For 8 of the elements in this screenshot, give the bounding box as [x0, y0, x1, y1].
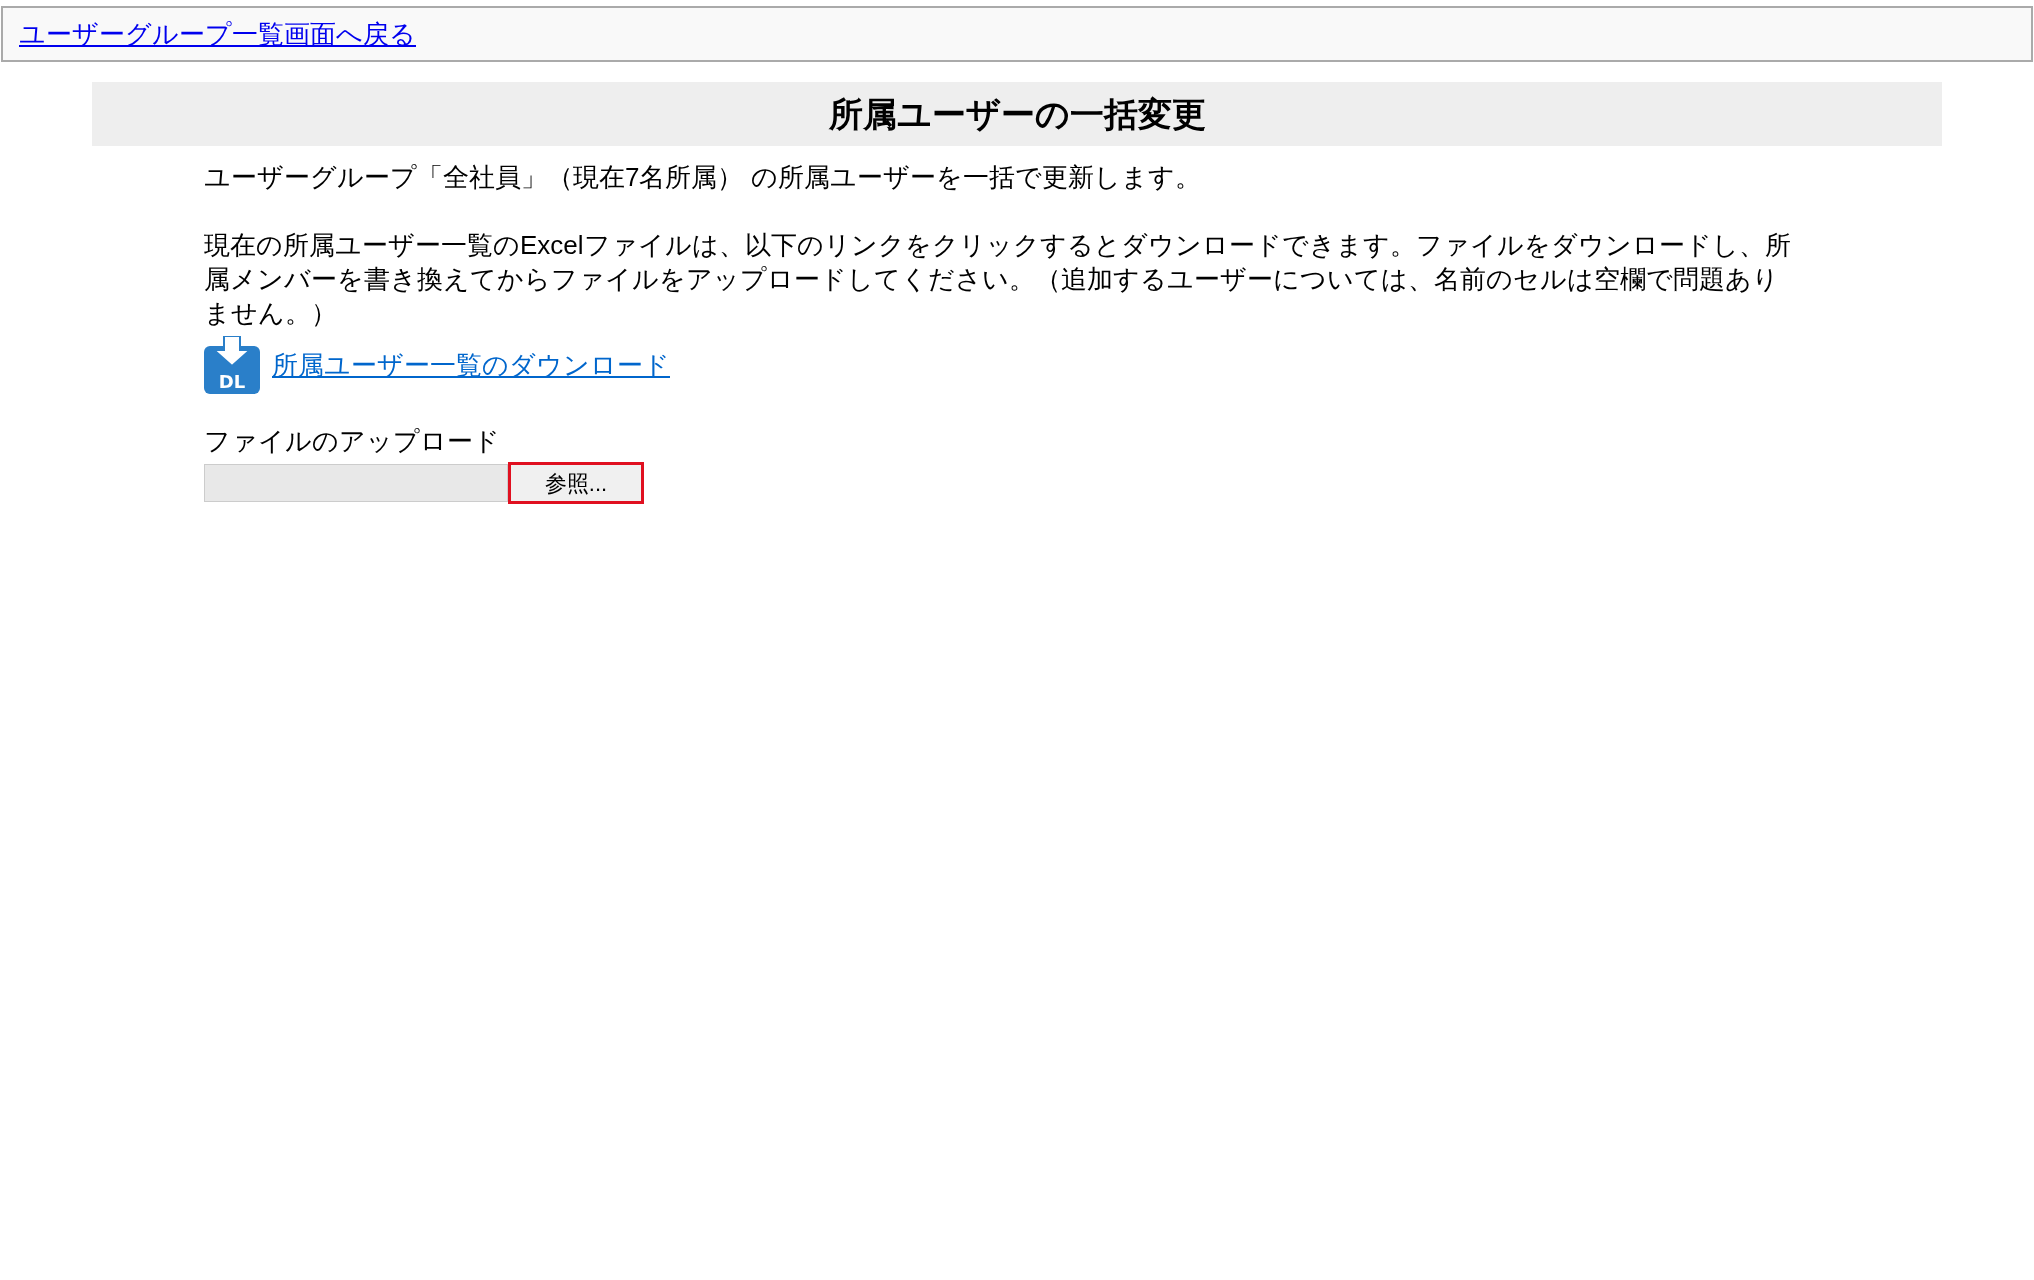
back-link[interactable]: ユーザーグループ一覧画面へ戻る — [19, 14, 416, 54]
download-link[interactable]: 所属ユーザー一覧のダウンロード — [272, 345, 670, 385]
file-input-field[interactable] — [204, 464, 508, 502]
page-title: 所属ユーザーの一括変更 — [92, 82, 1942, 146]
browse-button[interactable]: 参照... — [508, 462, 644, 504]
intro-text: ユーザーグループ「全社員」（現在7名所属） の所属ユーザーを一括で更新します。 — [204, 161, 1202, 194]
instructions-text: 現在の所属ユーザー一覧のExcelファイルは、以下のリンクをクリックするとダウンロードできます。ファイルをダウンロードし、所属メンバーを書き換えてからファイルをアップロードしてください。（追加するユーザーについては、名前のセルは空欄で問題ありません。） — [204, 229, 1792, 330]
upload-label: ファイルのアップロード — [204, 425, 501, 458]
